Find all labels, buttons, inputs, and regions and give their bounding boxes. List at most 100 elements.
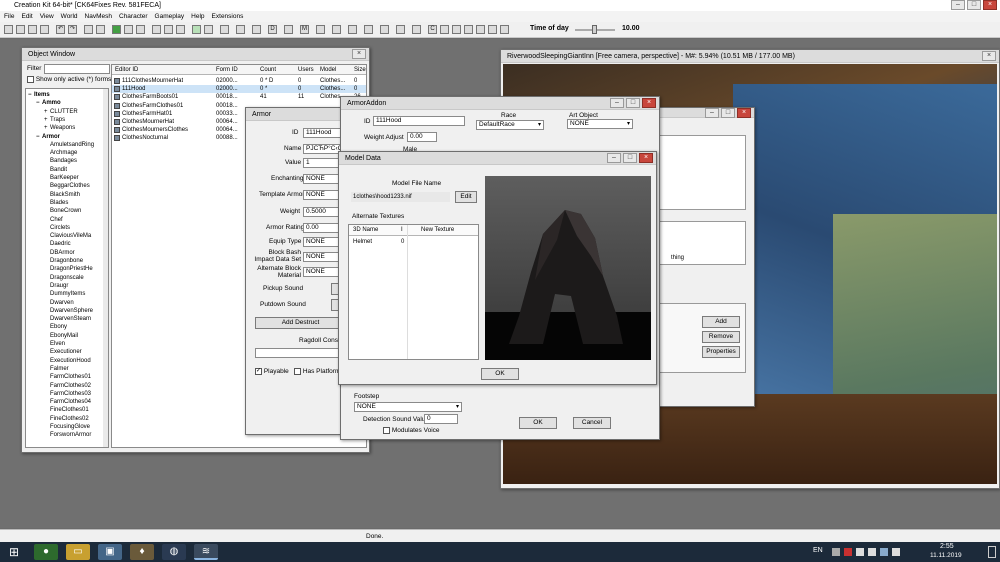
tree-item[interactable]: AmuletsandRing [26, 141, 106, 149]
tree-item[interactable]: FarmClothes03 [26, 390, 106, 398]
chrome-icon[interactable]: ● [34, 544, 58, 560]
col-count[interactable]: Count [260, 65, 276, 75]
tree-item[interactable]: + Weapons [26, 124, 106, 132]
menu-character[interactable]: Character [119, 11, 148, 22]
table-row[interactable]: ClothesFarmBoots01 00018... 41 11 Clothes...… [112, 93, 366, 101]
tray-volume-icon[interactable] [868, 548, 876, 556]
tree-item[interactable]: BarKeeper [26, 174, 106, 182]
tree-scrollbar[interactable] [103, 89, 108, 447]
tree-item[interactable]: BlackSmith [26, 191, 106, 199]
tree-item[interactable]: EbonyMail [26, 332, 106, 340]
add-destruction-button[interactable]: Add Destruct [255, 317, 346, 329]
menu-file[interactable]: File [4, 11, 14, 22]
tree-item[interactable]: − Ammo [26, 99, 106, 107]
tree-item[interactable]: FocusingGlove [26, 423, 106, 431]
col-model[interactable]: Model [320, 65, 336, 75]
tree-item[interactable]: Dragonscale [26, 274, 106, 282]
filter-input[interactable] [44, 64, 110, 74]
tool-j-icon[interactable] [476, 25, 485, 34]
tree-item[interactable]: FineClothes02 [26, 415, 106, 423]
menu-navmesh[interactable]: NavMesh [85, 11, 112, 22]
tree-item[interactable]: FarmClothes02 [26, 382, 106, 390]
category-tree[interactable]: − Items − Ammo + CLUTTER + Traps + Weapons − Armor A… [25, 88, 109, 448]
table-row[interactable]: 111Hood 02000... 0 * 0 Clothes... 0 [112, 85, 366, 94]
tree-item[interactable]: Dragonbone [26, 257, 106, 265]
tool-a-icon[interactable] [332, 25, 341, 34]
green-icon[interactable] [112, 25, 121, 34]
tray-network-icon[interactable] [856, 548, 864, 556]
tree-item[interactable]: Blades [26, 199, 106, 207]
tray-display-icon[interactable] [880, 548, 888, 556]
open-icon[interactable] [4, 25, 13, 34]
tool-g-icon[interactable] [440, 25, 449, 34]
tool-f-icon[interactable] [412, 25, 421, 34]
tree-item[interactable]: DwarvenSteam [26, 315, 106, 323]
tree-item[interactable]: Circlets [26, 224, 106, 232]
creation-kit-icon[interactable]: ≋ [194, 544, 218, 560]
tree-item[interactable]: Elven [26, 340, 106, 348]
remove-button[interactable]: Remove [702, 331, 740, 343]
model-data-window[interactable]: Model Data – □ × Model File Name 1clothe… [338, 151, 657, 385]
col-new-texture[interactable]: New Texture [421, 225, 454, 236]
tree-item[interactable]: Draugr [26, 282, 106, 290]
render-icon[interactable] [84, 25, 93, 34]
addon-ok-button[interactable]: OK [519, 417, 557, 429]
tree-item[interactable]: ForswornArmor [26, 431, 106, 439]
tool-c-icon[interactable] [364, 25, 373, 34]
tool-k-icon[interactable] [488, 25, 497, 34]
grid-icon[interactable] [176, 25, 185, 34]
tree-item[interactable]: DragonPriestHe [26, 265, 106, 273]
tool-e-icon[interactable] [396, 25, 405, 34]
tree-item[interactable]: FineClothes01 [26, 406, 106, 414]
explorer-icon[interactable]: ▭ [66, 544, 90, 560]
armor-window[interactable]: Armor ID 111Hood Name РЈСЋР°С‹СЂ Value 1… [245, 107, 346, 435]
addon-id-field[interactable]: 111Hood [373, 116, 465, 126]
art-object-select[interactable]: NONE [567, 119, 633, 129]
model-max-icon[interactable]: □ [623, 153, 637, 163]
back-min-icon[interactable]: – [705, 108, 719, 118]
language-indicator[interactable]: EN [813, 547, 823, 554]
menu-edit[interactable]: Edit [21, 11, 32, 22]
undo-icon[interactable]: ↶ [56, 25, 65, 34]
tree-item[interactable]: BoneCrown [26, 207, 106, 215]
addon-min-icon[interactable]: – [610, 98, 624, 108]
tree-item[interactable]: DummyItems [26, 290, 106, 298]
tool-b-icon[interactable] [348, 25, 357, 34]
footstep-select[interactable]: NONE [354, 402, 462, 412]
tool-d-icon[interactable] [380, 25, 389, 34]
show-active-checkbox[interactable]: Show only active (*) forms [27, 76, 111, 83]
tray-up-icon[interactable] [832, 548, 840, 556]
menu-extensions[interactable]: Extensions [212, 11, 244, 22]
skyrim-icon[interactable]: ♦ [130, 544, 154, 560]
sky-icon[interactable] [252, 25, 261, 34]
water-icon[interactable] [236, 25, 245, 34]
clock-date[interactable]: 11.11.2019 [930, 552, 962, 559]
ref-icon[interactable] [284, 25, 293, 34]
menu-gameplay[interactable]: Gameplay [155, 11, 185, 22]
light-icon[interactable] [152, 25, 161, 34]
start-icon[interactable]: ⊞ [2, 544, 26, 560]
tray-app-icon[interactable] [844, 548, 852, 556]
weight-adjust-field[interactable]: 0.00 [407, 132, 437, 142]
nav-icon[interactable] [316, 25, 325, 34]
menu-view[interactable]: View [40, 11, 54, 22]
tree-item[interactable]: Daedric [26, 240, 106, 248]
snap-grid-icon[interactable] [192, 25, 201, 34]
save-icon[interactable] [16, 25, 25, 34]
app-icon[interactable]: ▣ [98, 544, 122, 560]
object-window-close-icon[interactable]: × [352, 49, 366, 59]
tree-item[interactable]: Archmage [26, 149, 106, 157]
chat-icon[interactable] [220, 25, 229, 34]
select-icon[interactable] [124, 25, 133, 34]
addon-cancel-button[interactable]: Cancel [573, 417, 611, 429]
tree-item[interactable]: BeggarClothes [26, 182, 106, 190]
col-users[interactable]: Users [298, 65, 314, 75]
clock-time[interactable]: 2:55 [940, 543, 954, 550]
d-icon[interactable]: D [268, 25, 277, 34]
tree-item[interactable]: + Traps [26, 116, 106, 124]
tree-item[interactable]: Executioner [26, 348, 106, 356]
ragdoll-field[interactable] [255, 348, 346, 358]
tree-item[interactable]: − Armor [26, 133, 106, 141]
col-index[interactable]: I [401, 225, 403, 236]
back-max-icon[interactable]: □ [721, 108, 735, 118]
